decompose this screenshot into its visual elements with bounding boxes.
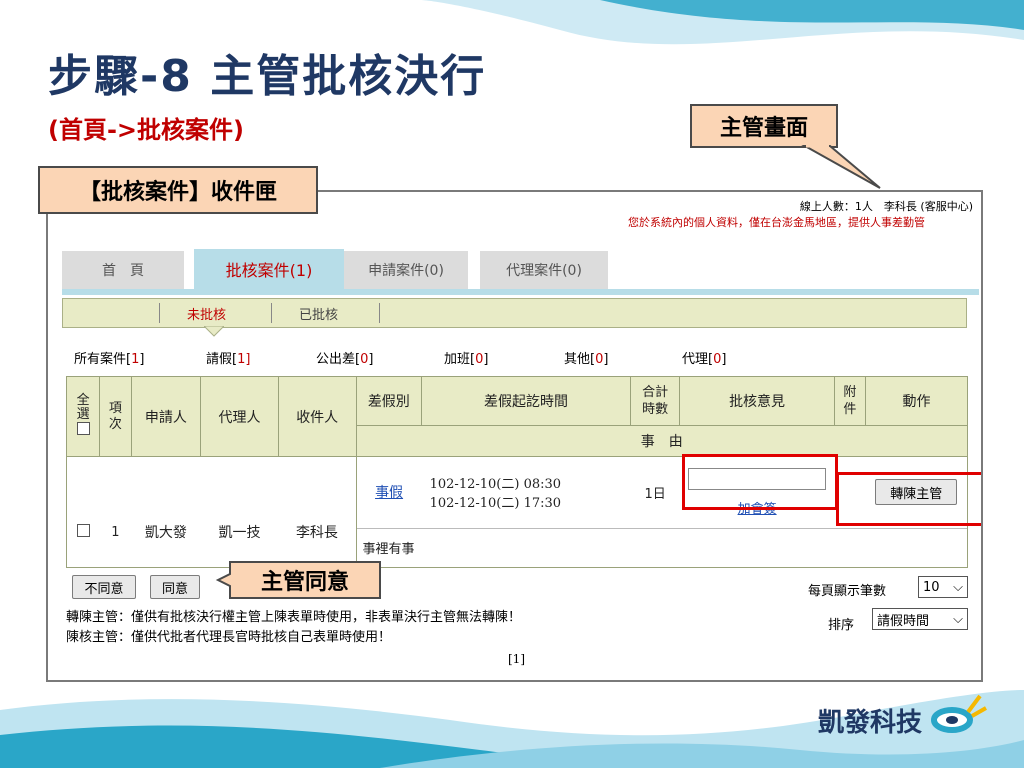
col-total-hours: 合計時數 xyxy=(629,376,681,426)
chevron-down-icon: ⌵ xyxy=(953,611,963,627)
company-logo-icon xyxy=(931,694,987,733)
sort-select[interactable]: 請假時間 ⌵ xyxy=(872,608,968,630)
highlight-forward xyxy=(836,472,981,526)
tab-home[interactable]: 首 頁 xyxy=(62,251,184,289)
per-page-label: 每頁顯示筆數 xyxy=(808,584,887,599)
per-page-select[interactable]: 10 ⌵ xyxy=(918,576,968,598)
filter-leave[interactable]: 請假[1] xyxy=(206,348,250,367)
note-forward: 轉陳主管：僅供有批核決行權主管上陳表單時使用，非表單決行主管無法轉陳！ xyxy=(66,610,522,625)
filter-overtime[interactable]: 加班[0] xyxy=(444,348,488,367)
row-applicant: 凱大發 xyxy=(131,456,201,568)
row-period: 102-12-10(二) 08:30 102-12-10(二) 17:30 xyxy=(421,456,631,529)
tab-agent-label: 代理案件(0) xyxy=(506,263,582,279)
col-applicant: 申請人 xyxy=(130,376,202,457)
agree-button[interactable]: 同意 xyxy=(150,575,200,599)
col-agent: 代理人 xyxy=(200,376,279,457)
system-notice: 您於系統內的個人資料，僅在台澎金馬地區，提供人事差勤管 xyxy=(628,216,925,229)
period-end: 102-12-10(二) 17:30 xyxy=(429,496,562,512)
col-attachment: 附件 xyxy=(833,376,867,426)
select-all-checkbox[interactable] xyxy=(76,422,90,435)
subtab-bar: 未批核 已批核 xyxy=(62,298,967,328)
col-period: 差假起訖時間 xyxy=(421,376,631,426)
tab-approval-label: 批核案件(1) xyxy=(225,261,313,280)
row-leave-type-cell: 事假 xyxy=(355,456,422,529)
col-select-all: 全選 xyxy=(65,376,101,457)
col-reason: 事 由 xyxy=(355,425,969,457)
col-leave-type: 差假別 xyxy=(355,376,423,426)
tab-application-label: 申請案件(0) xyxy=(368,263,444,279)
leave-type-link[interactable]: 事假 xyxy=(375,485,403,501)
col-action: 動作 xyxy=(865,376,968,426)
row-checkbox-cell xyxy=(65,456,100,568)
tab-approval-cases[interactable]: 批核案件(1) xyxy=(194,249,344,289)
col-item-no: 項次 xyxy=(99,376,132,457)
chevron-down-icon: ⌵ xyxy=(953,579,963,595)
row-no: 1 xyxy=(99,456,132,568)
tab-underline xyxy=(62,289,979,295)
filter-agent[interactable]: 代理[0] xyxy=(682,348,726,367)
subtab-pending[interactable]: 未批核 xyxy=(187,304,226,323)
filter-all[interactable]: 所有案件[1] xyxy=(74,348,144,367)
sort-label: 排序 xyxy=(828,618,855,633)
filter-other[interactable]: 其他[0] xyxy=(564,348,608,367)
subtab-pointer xyxy=(204,326,224,337)
row-agent: 凱一技 xyxy=(200,456,279,568)
subtab-approved[interactable]: 已批核 xyxy=(299,304,338,323)
filter-business-trip[interactable]: 公出差[0] xyxy=(316,348,373,367)
row-reason: 事裡有事 xyxy=(355,527,969,569)
col-opinion: 批核意見 xyxy=(679,376,835,426)
row-recipient: 李科長 xyxy=(278,456,357,568)
company-logo-text: 凱發科技 xyxy=(818,708,923,738)
tab-home-label: 首 頁 xyxy=(102,263,144,279)
online-info: 線上人數：1人 李科長 (客服中心) xyxy=(799,200,973,213)
pagination[interactable]: [1] xyxy=(508,652,525,666)
tab-application-cases[interactable]: 申請案件(0) xyxy=(344,251,468,289)
note-review: 陳核主管：僅供代批者代理長官時批核自己表單時使用！ xyxy=(66,630,392,645)
app-screenshot: 線上人數：1人 李科長 (客服中心) 您於系統內的個人資料，僅在台澎金馬地區，提… xyxy=(46,190,983,682)
row-checkbox[interactable] xyxy=(76,523,90,537)
period-start: 102-12-10(二) 08:30 xyxy=(429,477,562,493)
col-recipient: 收件人 xyxy=(277,376,357,457)
highlight-opinion xyxy=(682,454,838,510)
tab-agent-cases[interactable]: 代理案件(0) xyxy=(480,251,608,289)
callout-manager-agree: 主管同意 xyxy=(260,570,349,595)
disagree-button[interactable]: 不同意 xyxy=(72,575,136,599)
row-total: 1日 xyxy=(630,456,680,529)
callout-inbox: 【批核案件】收件匣 xyxy=(38,166,318,214)
